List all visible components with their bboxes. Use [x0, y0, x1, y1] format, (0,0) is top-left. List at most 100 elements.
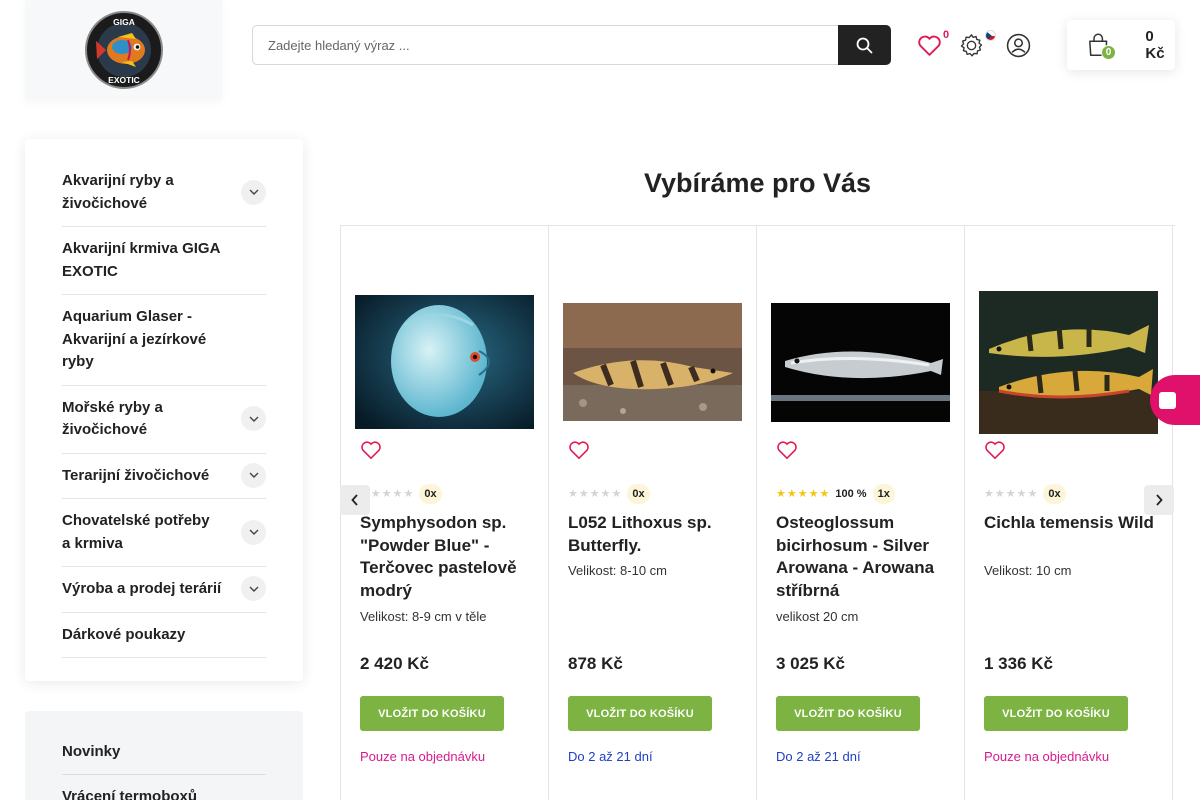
- link-thermobox-return[interactable]: Vrácení termoboxů: [62, 775, 266, 800]
- sidebar-item-terrarium-production[interactable]: Výroba a prodej terárií: [62, 567, 266, 613]
- product-name[interactable]: L052 Lithoxus sp. Butterfly.: [568, 512, 744, 557]
- chevron-down-icon[interactable]: [241, 462, 266, 488]
- search-input[interactable]: [252, 25, 838, 65]
- sidebar-item-label: Chovatelské potřeby a krmiva: [62, 512, 210, 552]
- product-price: 878 Kč: [568, 654, 623, 673]
- availability-text: Do 2 až 21 dní: [568, 749, 653, 764]
- star-icon: ★: [370, 487, 381, 500]
- product-image[interactable]: [563, 303, 742, 421]
- info-links-box: Novinky Vrácení termoboxů: [25, 711, 303, 800]
- add-to-cart-button[interactable]: VLOŽIT DO KOŠÍKU: [984, 696, 1128, 731]
- add-to-wishlist-button[interactable]: [776, 440, 798, 460]
- sidebar-item-label: Akvarijní ryby a živočichové: [62, 172, 174, 212]
- sidebar-item-terrarium-animals[interactable]: Terarijní živočichové: [62, 454, 266, 499]
- product-size: Velikost: 8-9 cm v těle: [360, 609, 487, 624]
- heart-icon: [917, 35, 941, 56]
- sidebar-item-marine-fish[interactable]: Mořské ryby a živočichové: [62, 386, 266, 454]
- czech-flag-icon[interactable]: [985, 30, 996, 41]
- star-icon: ★: [578, 487, 589, 500]
- product-name[interactable]: Cichla temensis Wild: [984, 512, 1160, 535]
- add-to-cart-button[interactable]: VLOŽIT DO KOŠÍKU: [776, 696, 920, 731]
- product-size: velikost 20 cm: [776, 609, 859, 624]
- cart-total: 0 Kč: [1145, 28, 1165, 62]
- slider-next-button[interactable]: [1144, 485, 1174, 515]
- chevron-down-icon[interactable]: [241, 406, 266, 431]
- cart-count-badge: 0: [1101, 45, 1116, 60]
- sidebar-item-breeding-supplies[interactable]: Chovatelské potřeby a krmiva: [62, 499, 266, 567]
- product-rating: ★★★★★ 0x: [360, 484, 442, 504]
- star-icon: ★: [1027, 487, 1038, 500]
- add-to-wishlist-button[interactable]: [984, 440, 1006, 460]
- star-icon: ★: [392, 487, 403, 500]
- settings-icon: [960, 33, 982, 56]
- link-news[interactable]: Novinky: [62, 711, 266, 775]
- chevron-down-icon[interactable]: [241, 179, 266, 205]
- rating-count: 1x: [872, 484, 895, 504]
- rating-stars: ★★★★★: [984, 487, 1038, 500]
- product-size: Velikost: 10 cm: [984, 563, 1072, 578]
- rating-count: 0x: [1043, 484, 1066, 504]
- floating-side-tab[interactable]: [1150, 375, 1200, 425]
- product-card: ★ ★ ★ ★ ★ 0x Cichla temensis Wild Velikost: …: [964, 226, 1172, 800]
- logo-emblem: GIGA EXOTIC: [84, 11, 163, 89]
- heart-icon: [777, 441, 797, 460]
- heart-icon: [569, 441, 589, 460]
- chevron-down-icon[interactable]: [241, 519, 266, 545]
- product-image[interactable]: [355, 295, 534, 429]
- user-icon: [1006, 33, 1030, 57]
- star-icon: ★: [589, 487, 600, 500]
- add-to-wishlist-button[interactable]: [360, 440, 382, 460]
- add-to-cart-button[interactable]: VLOŽIT DO KOŠÍKU: [568, 696, 712, 731]
- sidebar-item-aquarium-fish[interactable]: Akvarijní ryby a živočichové: [62, 139, 266, 227]
- account-button[interactable]: [1005, 32, 1031, 58]
- product-image[interactable]: [771, 303, 950, 422]
- star-icon: ★: [1005, 487, 1016, 500]
- logo-text-top: GIGA: [113, 17, 135, 27]
- wishlist-count: 0: [943, 29, 950, 41]
- wishlist-button[interactable]: [916, 32, 942, 58]
- cart-button[interactable]: 0 0 Kč: [1067, 20, 1175, 70]
- chat-icon: [1159, 391, 1176, 409]
- star-icon: ★: [1016, 487, 1027, 500]
- chevron-down-icon[interactable]: [241, 576, 266, 602]
- add-to-cart-button[interactable]: VLOŽIT DO KOŠÍKU: [360, 696, 504, 731]
- sidebar-item-aquarium-glaser[interactable]: Aquarium Glaser - Akvarijní a jezírkové …: [62, 295, 266, 386]
- logo-text-bottom: EXOTIC: [108, 75, 140, 85]
- product-image[interactable]: [979, 291, 1158, 434]
- product-price: 3 025 Kč: [776, 654, 845, 673]
- sidebar-item-label: Dárkové poukazy: [62, 625, 186, 643]
- product-price: 1 336 Kč: [984, 654, 1053, 673]
- rating-count: 0x: [627, 484, 650, 504]
- product-card: ★★★★★ 0x Symphysodon sp. "Powder Blue" -…: [340, 226, 548, 800]
- sidebar-item-label: Výroba a prodej terárií: [62, 580, 222, 597]
- availability-text: Pouze na objednávku: [984, 749, 1110, 764]
- add-to-wishlist-button[interactable]: [568, 440, 590, 460]
- search-icon: [856, 37, 873, 53]
- sidebar-item-label: Terarijní živočichové: [62, 466, 210, 484]
- star-icon: ★: [568, 487, 578, 500]
- sidebar-item-gift-vouchers[interactable]: Dárkové poukazy: [62, 613, 266, 658]
- star-icon: ★: [797, 487, 808, 500]
- settings-button[interactable]: [958, 32, 984, 58]
- category-sidebar: Akvarijní ryby a živočichové Akvarijní k…: [25, 139, 303, 681]
- product-price: 2 420 Kč: [360, 654, 429, 673]
- star-icon: ★: [808, 487, 819, 500]
- sidebar-item-giga-exotic-food[interactable]: Akvarijní krmiva GIGA EXOTIC: [62, 227, 266, 295]
- star-icon: ★: [403, 487, 414, 500]
- product-name[interactable]: Osteoglossum bicirhosum - Silver Arowana…: [776, 512, 952, 602]
- product-rating: ★★★★★ 0x: [568, 484, 650, 504]
- logo[interactable]: GIGA EXOTIC: [25, 0, 222, 100]
- search-button[interactable]: [838, 25, 891, 65]
- product-name[interactable]: Symphysodon sp. "Powder Blue" - Terčovec…: [360, 512, 536, 602]
- product-rating: ★ ★ ★ ★ ★ 100 % 1x: [776, 484, 895, 504]
- chevron-right-icon: [1156, 494, 1163, 506]
- search-bar: [252, 25, 891, 65]
- slider-prev-button[interactable]: [340, 485, 370, 515]
- star-icon: ★: [776, 487, 786, 500]
- chevron-left-icon: [351, 494, 358, 506]
- heart-icon: [985, 441, 1005, 460]
- heart-icon: [361, 441, 381, 460]
- star-icon: ★: [984, 487, 994, 500]
- section-title: Vybíráme pro Vás: [643, 168, 872, 198]
- sidebar-item-label: Mořské ryby a živočichové: [62, 398, 163, 439]
